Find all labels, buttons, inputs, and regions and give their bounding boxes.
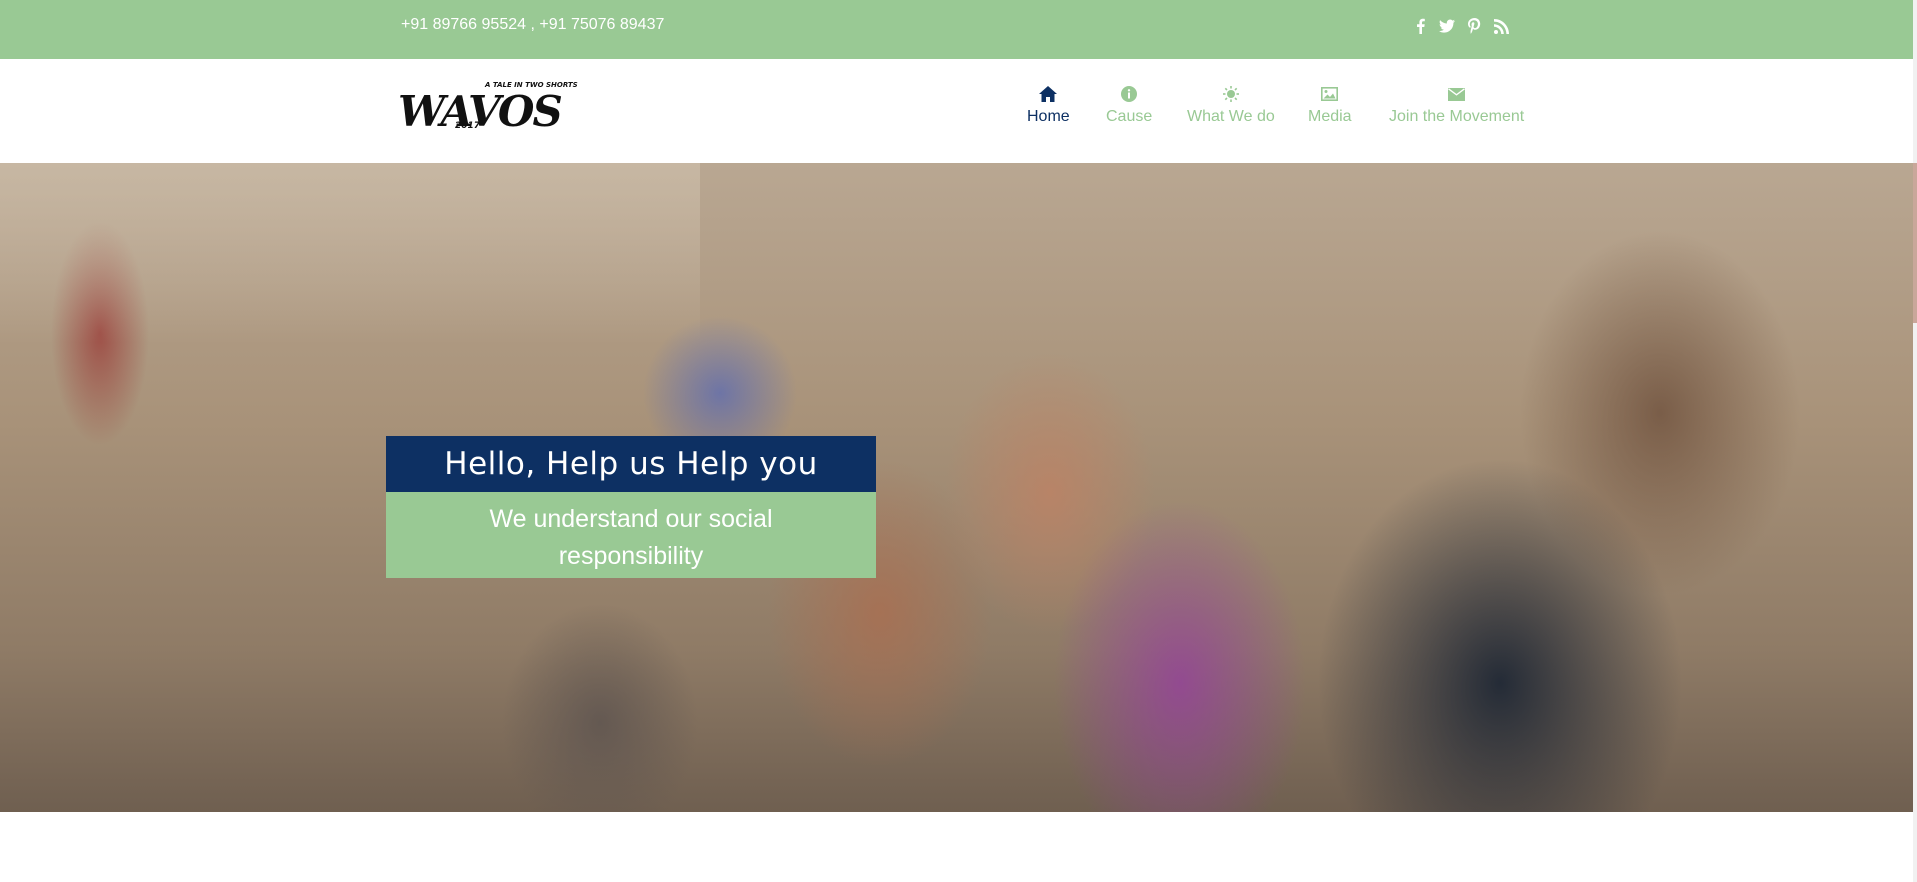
contact-phones: +91 89766 95524 , +91 75076 89437 xyxy=(401,16,665,33)
hero-banner xyxy=(0,163,1913,812)
nav-item-home[interactable]: Home xyxy=(1027,84,1070,126)
site-logo[interactable]: WAVOS A TALE IN TWO SHORTS 2017 xyxy=(398,81,578,137)
image-icon xyxy=(1321,84,1339,104)
scrollbar-thumb[interactable] xyxy=(1913,163,1917,323)
nav-item-media[interactable]: Media xyxy=(1308,84,1352,126)
site-header: WAVOS A TALE IN TWO SHORTS 2017 xyxy=(0,59,1913,163)
social-links xyxy=(1412,17,1509,35)
sun-icon xyxy=(1222,84,1239,104)
hero-title: Hello, Help us Help you xyxy=(386,436,876,492)
hero-caption: Hello, Help us Help you We understand ou… xyxy=(386,436,876,578)
logo-tagline: A TALE IN TWO SHORTS xyxy=(485,81,578,89)
hero-background-photo xyxy=(0,163,700,343)
scrollbar-track[interactable] xyxy=(1913,0,1917,882)
nav-item-join-the-movement[interactable]: Join the Movement xyxy=(1389,84,1524,126)
hero-subtitle: We understand our social responsibility xyxy=(386,492,876,578)
facebook-icon[interactable] xyxy=(1412,17,1428,35)
top-bar: +91 89766 95524 , +91 75076 89437 xyxy=(0,0,1913,59)
nav-label: What We do xyxy=(1187,108,1275,125)
nav-label: Home xyxy=(1027,108,1070,125)
nav-label: Media xyxy=(1308,108,1352,125)
info-icon xyxy=(1121,84,1138,104)
twitter-icon[interactable] xyxy=(1439,17,1455,35)
logo-year: 2017 xyxy=(455,121,481,131)
nav-label: Join the Movement xyxy=(1389,108,1525,125)
home-icon xyxy=(1039,84,1058,104)
envelope-icon xyxy=(1448,84,1466,104)
pinterest-icon[interactable] xyxy=(1466,17,1482,35)
nav-item-what-we-do[interactable]: What We do xyxy=(1187,84,1275,126)
nav-item-cause[interactable]: Cause xyxy=(1106,84,1152,126)
rss-icon[interactable] xyxy=(1493,17,1509,35)
nav-label: Cause xyxy=(1106,108,1153,125)
